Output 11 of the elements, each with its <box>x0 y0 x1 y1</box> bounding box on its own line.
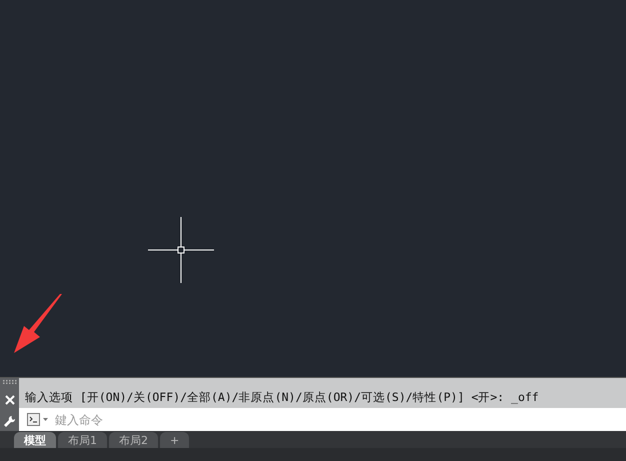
grip-icon[interactable] <box>2 380 16 384</box>
layout-tab[interactable]: 布局1 <box>58 432 107 448</box>
wrench-icon[interactable] <box>3 415 16 428</box>
layout-tab[interactable]: 模型 <box>14 432 56 448</box>
crosshair-cursor-icon <box>148 217 214 283</box>
close-icon[interactable] <box>4 394 14 404</box>
layout-tab[interactable]: 布局2 <box>109 432 158 448</box>
arrow-icon <box>14 294 64 354</box>
add-layout-button[interactable]: + <box>160 432 190 448</box>
command-history: 输入选项 [开(ON)/关(OFF)/全部(A)/非原点(N)/原点(OR)/可选(S)/特性(P)] <开>: _off <box>24 389 540 406</box>
command-prompt-icon[interactable] <box>27 413 49 426</box>
